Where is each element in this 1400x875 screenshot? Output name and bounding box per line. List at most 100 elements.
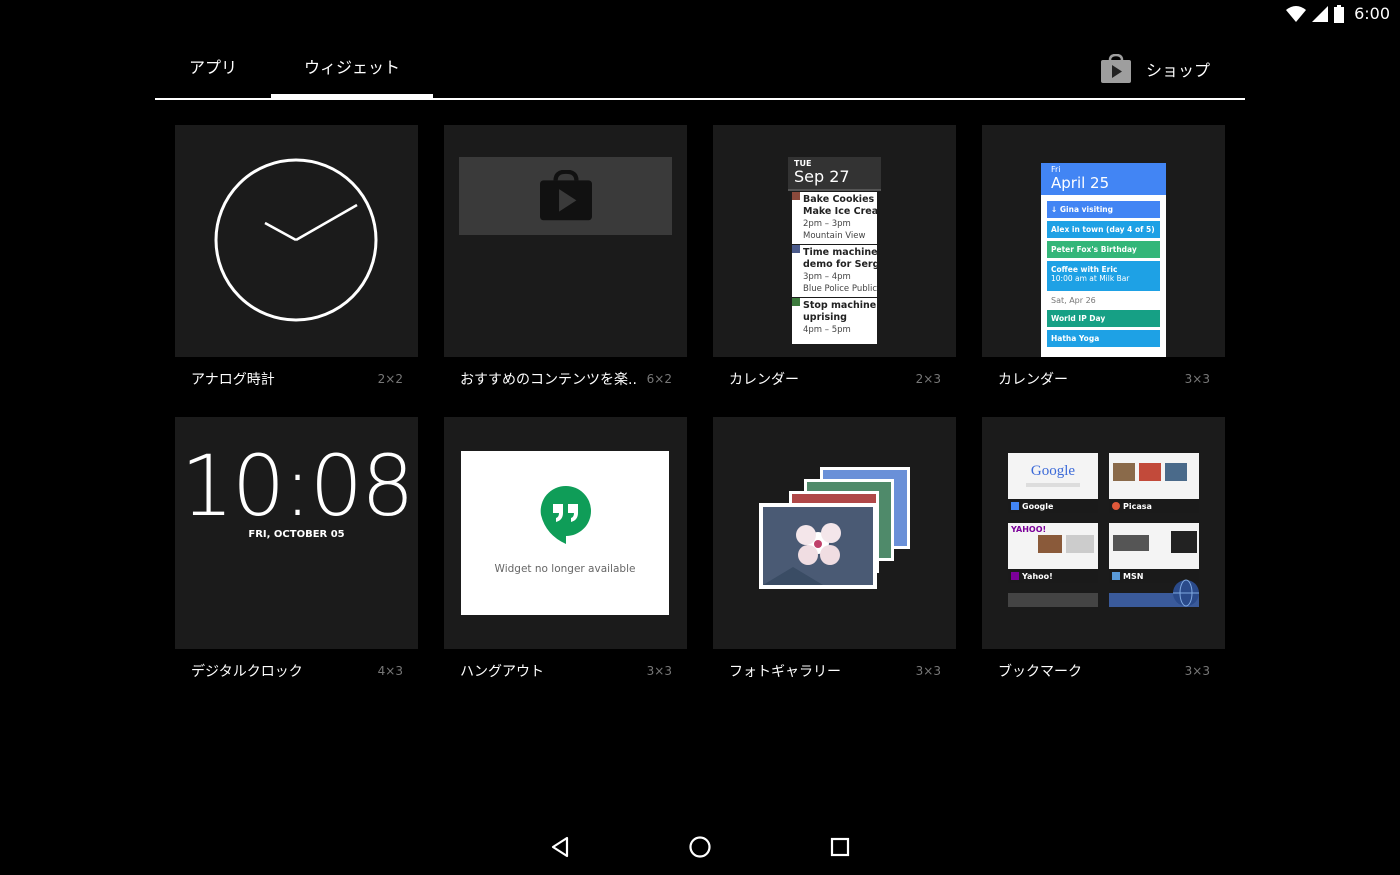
calendar-small-preview: TUE Sep 27 Bake Cookies & Make Ice Cream… (788, 157, 881, 347)
calendar-date: Sep 27 (794, 167, 850, 186)
picasa-favicon (1112, 502, 1120, 510)
calendar-day-separator: Sat, Apr 26 (1051, 296, 1096, 305)
event-title: Time machine (803, 247, 877, 258)
widget-card-bookmarks[interactable]: Google Google Picasa YAHOO! Yahoo! MSN ブ… (982, 417, 1225, 693)
bookmark-caption: Yahoo! (1008, 569, 1098, 583)
status-bar: 6:00 (0, 0, 1400, 28)
play-store-icon (1100, 54, 1131, 83)
calendar-event: Stop machine uprising 4pm – 5pm (792, 298, 877, 344)
calendar-large-preview: Fri April 25 ↓ Gina visiting Alex in tow… (1041, 163, 1166, 357)
widget-label-row: フォトギャラリー 3×3 (713, 649, 956, 693)
play-store-icon (539, 170, 592, 221)
widget-unavailable-message: Widget no longer available (494, 563, 636, 575)
widget-preview: 10:08 FRI, OCTOBER 05 (175, 417, 418, 649)
bookmark-label: MSN (1123, 571, 1144, 581)
event-title: Peter Fox's Birthday (1051, 245, 1137, 254)
event-color-swatch (792, 192, 800, 200)
event-place: Mountain View (803, 231, 866, 241)
widget-card-calendar-small[interactable]: TUE Sep 27 Bake Cookies & Make Ice Cream… (713, 125, 956, 401)
event-title: demo for Sergey (803, 259, 877, 270)
shop-button[interactable]: ショップ (1100, 52, 1210, 86)
event-title: uprising (803, 312, 847, 323)
widget-label-row: カレンダー 3×3 (982, 357, 1225, 401)
calendar-event: Time machine demo for Sergey 3pm – 4pm B… (792, 245, 877, 297)
bookmark-label: Yahoo! (1022, 571, 1053, 581)
back-button[interactable] (540, 827, 580, 867)
widget-label-row: アナログ時計 2×2 (175, 357, 418, 401)
event-title: Bake Cookies & (803, 194, 877, 205)
globe-icon (1173, 579, 1199, 607)
widget-card-photo-gallery[interactable]: フォトギャラリー 3×3 (713, 417, 956, 693)
tab-bar: アプリ ウィジェット ショップ (155, 40, 1245, 100)
widget-title: ブックマーク (998, 664, 1082, 680)
event-color-swatch (792, 245, 800, 253)
calendar-event: Bake Cookies & Make Ice Cream 2pm – 3pm … (792, 192, 877, 244)
widget-card-recommended[interactable]: おすすめのコンテンツを楽.. 6×2 (444, 125, 687, 401)
bookmark-site-logo: Google (1030, 463, 1076, 479)
bookmark-thumbnail-picasa: Picasa (1109, 453, 1199, 513)
tab-widgets[interactable]: ウィジェット (271, 40, 433, 98)
widget-label-row: ブックマーク 3×3 (982, 649, 1225, 693)
status-icons: 6:00 (1286, 4, 1390, 23)
widget-title: ハングアウト (460, 664, 544, 680)
event-time: 4pm – 5pm (803, 325, 851, 335)
widget-size: 3×3 (1184, 664, 1210, 678)
widget-size: 3×3 (646, 664, 672, 678)
google-favicon (1011, 502, 1019, 510)
bookmark-caption: Picasa (1109, 499, 1199, 513)
event-title: Hatha Yoga (1051, 334, 1100, 343)
widget-preview (713, 417, 956, 649)
widget-size: 3×3 (915, 664, 941, 678)
widget-preview (175, 125, 418, 357)
widget-preview: TUE Sep 27 Bake Cookies & Make Ice Cream… (713, 125, 956, 357)
shop-label: ショップ (1145, 61, 1210, 80)
calendar-event: Coffee with Eric 10:00 am at Milk Bar (1047, 261, 1160, 291)
bookmark-thumbnail-more (1008, 593, 1098, 607)
widget-label-row: デジタルクロック 4×3 (175, 649, 418, 693)
calendar-day-of-week: Fri (1051, 165, 1061, 174)
event-time: 2pm – 3pm (803, 219, 851, 229)
widget-title: カレンダー (998, 372, 1068, 388)
calendar-date: April 25 (1051, 174, 1110, 192)
event-title: Coffee with Eric (1051, 265, 1118, 274)
back-icon (551, 836, 569, 858)
widget-title: カレンダー (729, 372, 799, 388)
analog-clock-face (214, 158, 378, 322)
widget-size: 3×3 (1184, 372, 1210, 386)
widget-card-hangouts[interactable]: Widget no longer available ハングアウト 3×3 (444, 417, 687, 693)
bookmark-thumbnail-yahoo: YAHOO! Yahoo! (1008, 523, 1098, 583)
widget-card-digital-clock[interactable]: 10:08 FRI, OCTOBER 05 デジタルクロック 4×3 (175, 417, 418, 693)
widget-card-analog-clock[interactable]: アナログ時計 2×2 (175, 125, 418, 401)
hangouts-preview: Widget no longer available (461, 451, 669, 615)
home-icon (689, 836, 711, 858)
widget-title: おすすめのコンテンツを楽.. (460, 372, 637, 388)
widget-preview: Fri April 25 ↓ Gina visiting Alex in tow… (982, 125, 1225, 357)
calendar-event: World IP Day (1047, 310, 1160, 327)
widget-label-row: カレンダー 2×3 (713, 357, 956, 401)
calendar-event: Hatha Yoga (1047, 330, 1160, 347)
event-color-swatch (792, 298, 800, 306)
widget-preview: Widget no longer available (444, 417, 687, 649)
recents-button[interactable] (820, 827, 860, 867)
tab-apps[interactable]: アプリ (155, 40, 271, 98)
recommended-banner (459, 157, 672, 235)
calendar-event: Peter Fox's Birthday (1047, 241, 1160, 258)
event-title: World IP Day (1051, 314, 1106, 323)
widget-title: デジタルクロック (191, 664, 303, 680)
calendar-header: TUE Sep 27 (788, 157, 881, 191)
event-title: Alex in town (day 4 of 5) (1051, 225, 1155, 234)
calendar-header: Fri April 25 (1041, 163, 1166, 195)
event-place: Blue Police Public (803, 284, 877, 294)
widget-title: アナログ時計 (191, 372, 275, 388)
widget-preview (444, 125, 687, 357)
widget-card-calendar-large[interactable]: Fri April 25 ↓ Gina visiting Alex in tow… (982, 125, 1225, 401)
recents-icon (830, 837, 850, 857)
widget-size: 2×2 (377, 372, 403, 386)
widget-size: 6×2 (646, 372, 672, 386)
widget-preview: Google Google Picasa YAHOO! Yahoo! MSN (982, 417, 1225, 649)
widget-size: 4×3 (377, 664, 403, 678)
bookmark-thumbnail-msn: MSN (1109, 523, 1199, 583)
calendar-event: Alex in town (day 4 of 5) (1047, 221, 1160, 238)
home-button[interactable] (680, 827, 720, 867)
event-title: Make Ice Cream (803, 206, 877, 217)
